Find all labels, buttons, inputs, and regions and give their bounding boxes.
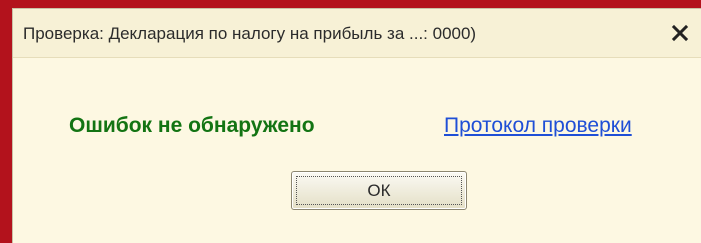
dialog-content: Ошибок не обнаружено Протокол проверки О… [13, 58, 701, 234]
check-protocol-link[interactable]: Протокол проверки [444, 114, 632, 138]
status-message: Ошибок не обнаружено [69, 114, 315, 137]
close-button[interactable] [666, 19, 694, 47]
window-title: Проверка: Декларация по налогу на прибыл… [23, 24, 477, 43]
dialog-window: Проверка: Декларация по налогу на прибыл… [12, 8, 701, 243]
title-bar: Проверка: Декларация по налогу на прибыл… [13, 9, 701, 58]
ok-button-label: ОК [367, 181, 391, 200]
ok-button[interactable]: ОК [291, 171, 467, 210]
close-icon [671, 24, 689, 42]
highlight-frame: Проверка: Декларация по налогу на прибыл… [0, 0, 701, 243]
